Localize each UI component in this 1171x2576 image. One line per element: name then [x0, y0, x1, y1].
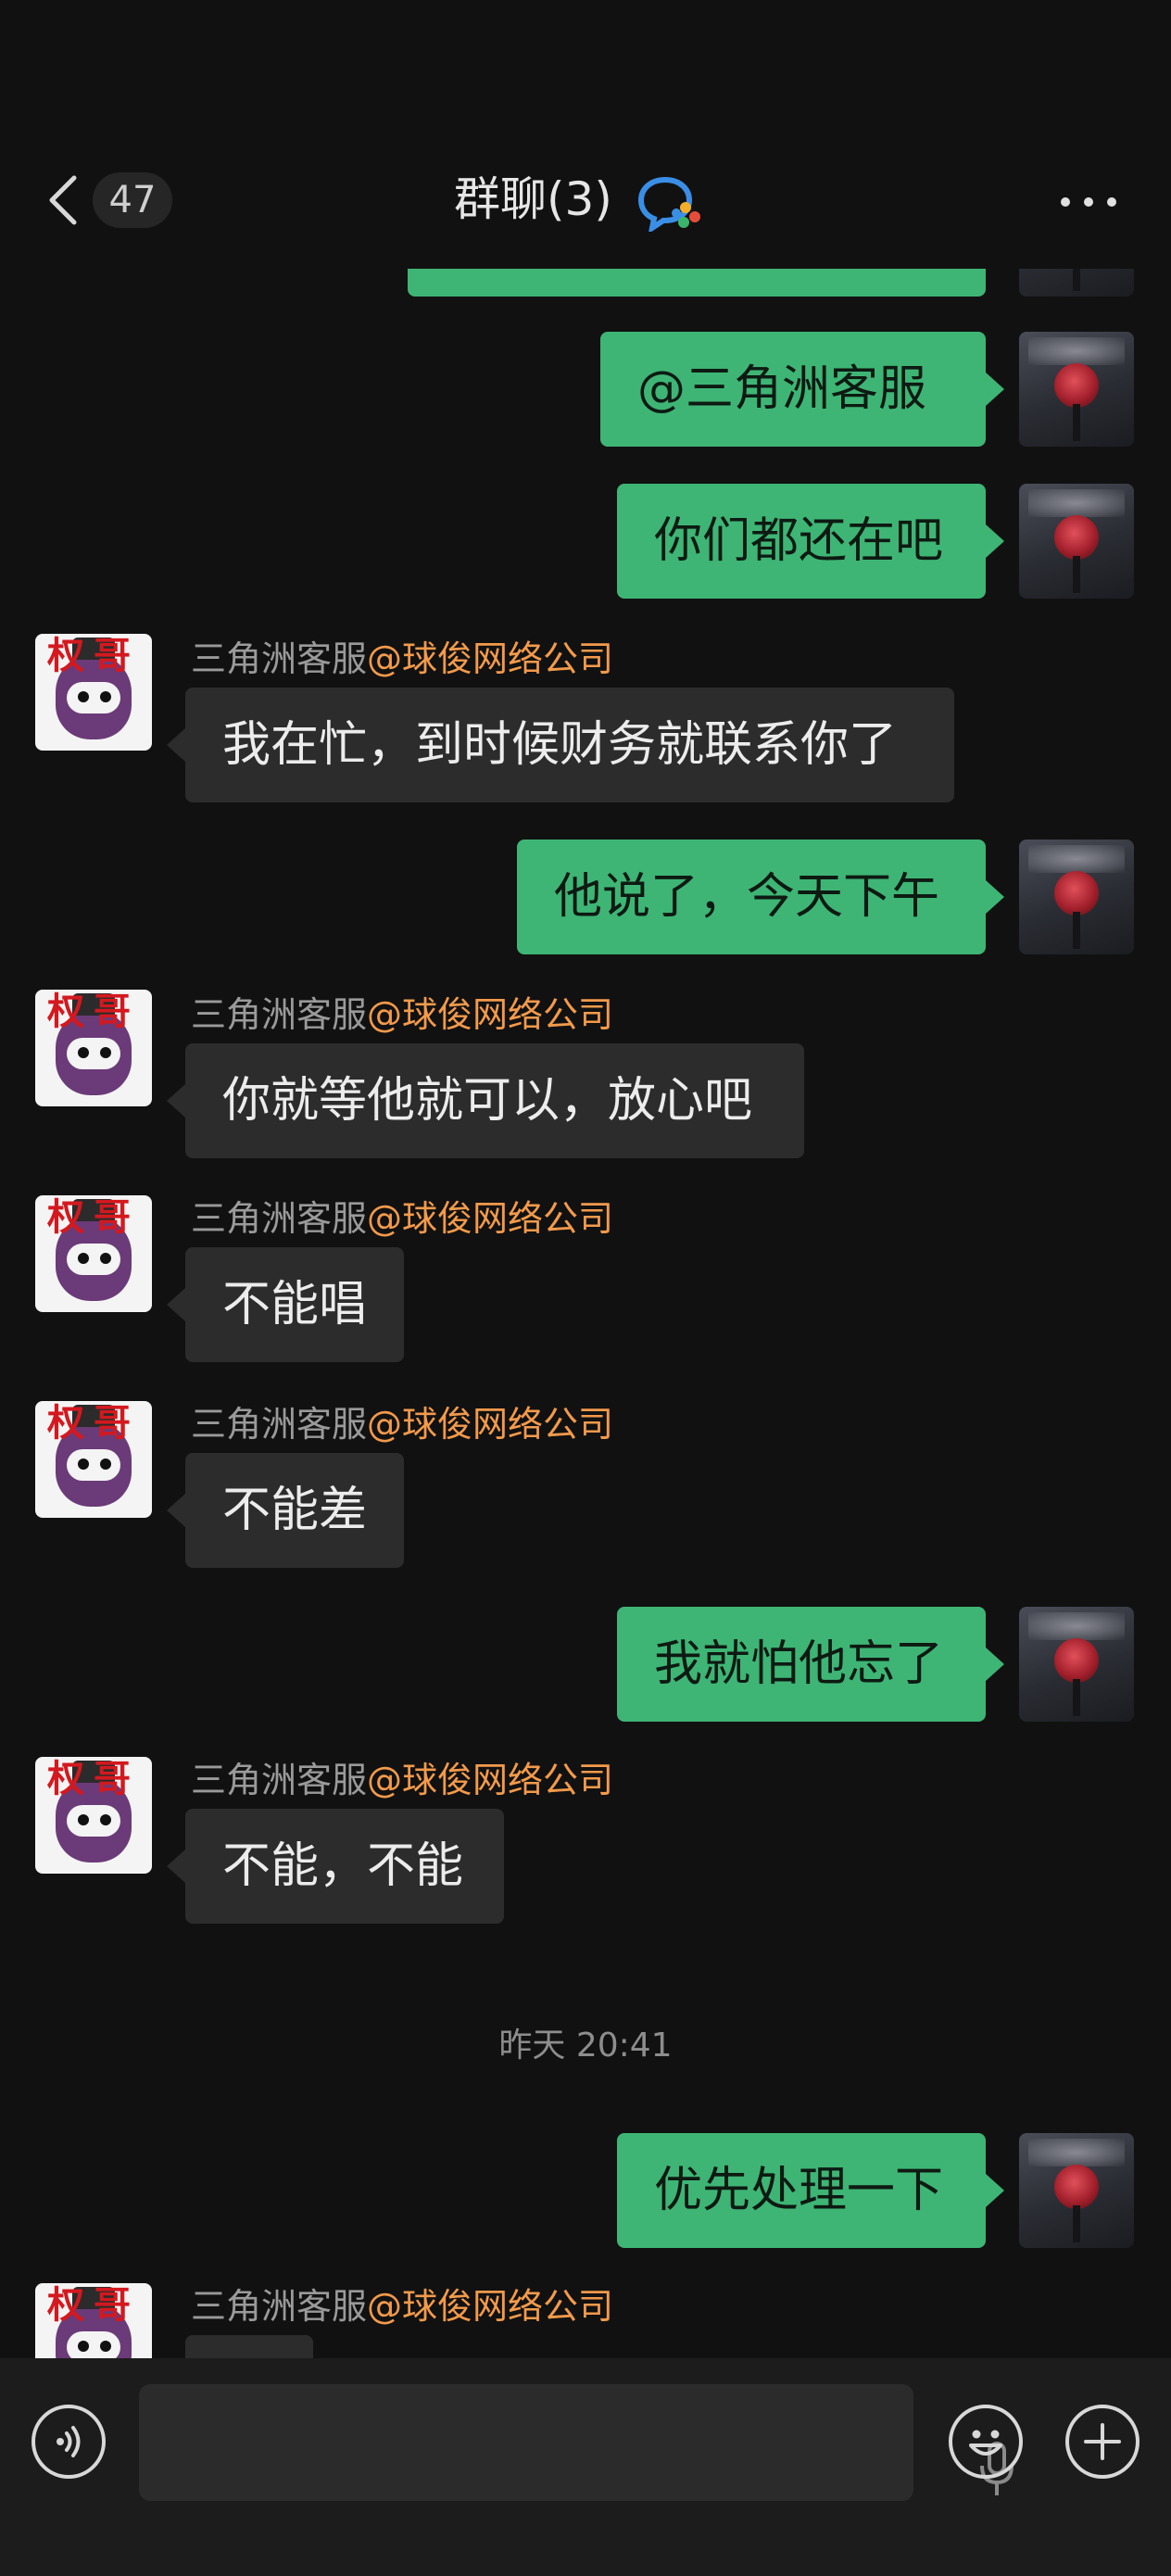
message-list[interactable]: @三角洲客服 你们都还在吧 权哥 三角洲客服@球俊网络公司 我在忙，到时候财务就… — [0, 269, 1171, 2358]
message-input[interactable] — [139, 2384, 1014, 2501]
avatar-text: 权哥 — [47, 2284, 140, 2327]
avatar-text: 权哥 — [47, 1402, 140, 1445]
avatar[interactable]: 权哥 — [35, 2283, 152, 2358]
avatar[interactable] — [1019, 1607, 1134, 1722]
chat-header: 47 群聊(3) — [0, 0, 1171, 269]
avatar-text: 权哥 — [47, 991, 140, 1033]
message-bubble[interactable]: 不能唱 — [167, 1247, 404, 1362]
chat-title[interactable]: 群聊(3) — [454, 167, 612, 232]
emoji-icon — [969, 2430, 1002, 2456]
voice-icon — [57, 2426, 81, 2457]
more-icon[interactable] — [1056, 185, 1121, 219]
sender-name: 三角洲客服@球俊网络公司 — [191, 638, 614, 679]
message-bubble[interactable]: 你们都还在吧 — [617, 484, 1004, 599]
message-bubble[interactable]: @三角洲客服 — [600, 332, 1004, 447]
input-bar — [0, 2358, 1171, 2576]
sender-name: 三角洲客服@球俊网络公司 — [191, 2286, 614, 2327]
avatar-text: 权哥 — [47, 1196, 140, 1239]
avatar[interactable] — [1019, 269, 1134, 297]
avatar-text: 权哥 — [47, 635, 140, 677]
message-bubble-partial[interactable] — [408, 269, 986, 297]
avatar[interactable] — [1019, 840, 1134, 954]
message-bubble[interactable]: 优先处理一下 — [617, 2133, 1004, 2248]
message-bubble[interactable]: 不能差 — [167, 1453, 404, 1568]
message-bubble[interactable] — [185, 2335, 313, 2358]
emoji-button[interactable] — [949, 2405, 1023, 2479]
sender-name: 三角洲客服@球俊网络公司 — [191, 1198, 614, 1239]
avatar-text: 权哥 — [47, 1758, 140, 1800]
avatar[interactable] — [1019, 2133, 1134, 2248]
plus-button[interactable] — [1065, 2405, 1140, 2479]
sender-name: 三角洲客服@球俊网络公司 — [191, 994, 614, 1035]
avatar[interactable] — [1019, 484, 1134, 599]
avatar[interactable]: 权哥 — [35, 634, 152, 751]
message-bubble[interactable]: 我在忙，到时候财务就联系你了 — [167, 688, 954, 802]
avatar[interactable]: 权哥 — [35, 1401, 152, 1518]
sender-name: 三角洲客服@球俊网络公司 — [191, 1404, 614, 1445]
message-bubble[interactable]: 你就等他就可以，放心吧 — [167, 1043, 804, 1158]
enterprise-chat-icon — [637, 176, 700, 232]
avatar[interactable]: 权哥 — [35, 1195, 152, 1312]
message-bubble[interactable]: 不能，不能 — [167, 1809, 504, 1924]
message-timestamp: 昨天 20:41 — [498, 2027, 673, 2065]
sender-name: 三角洲客服@球俊网络公司 — [191, 1760, 614, 1800]
unread-count-badge[interactable]: 47 — [93, 172, 172, 228]
voice-button[interactable] — [31, 2405, 106, 2479]
message-bubble[interactable]: 我就怕他忘了 — [617, 1607, 1004, 1722]
message-bubble[interactable]: 他说了，今天下午 — [517, 840, 1004, 954]
avatar[interactable]: 权哥 — [35, 1757, 152, 1874]
avatar[interactable]: 权哥 — [35, 990, 152, 1106]
chevron-left-icon[interactable] — [43, 172, 83, 228]
plus-icon — [1084, 2423, 1121, 2460]
avatar[interactable] — [1019, 332, 1134, 447]
